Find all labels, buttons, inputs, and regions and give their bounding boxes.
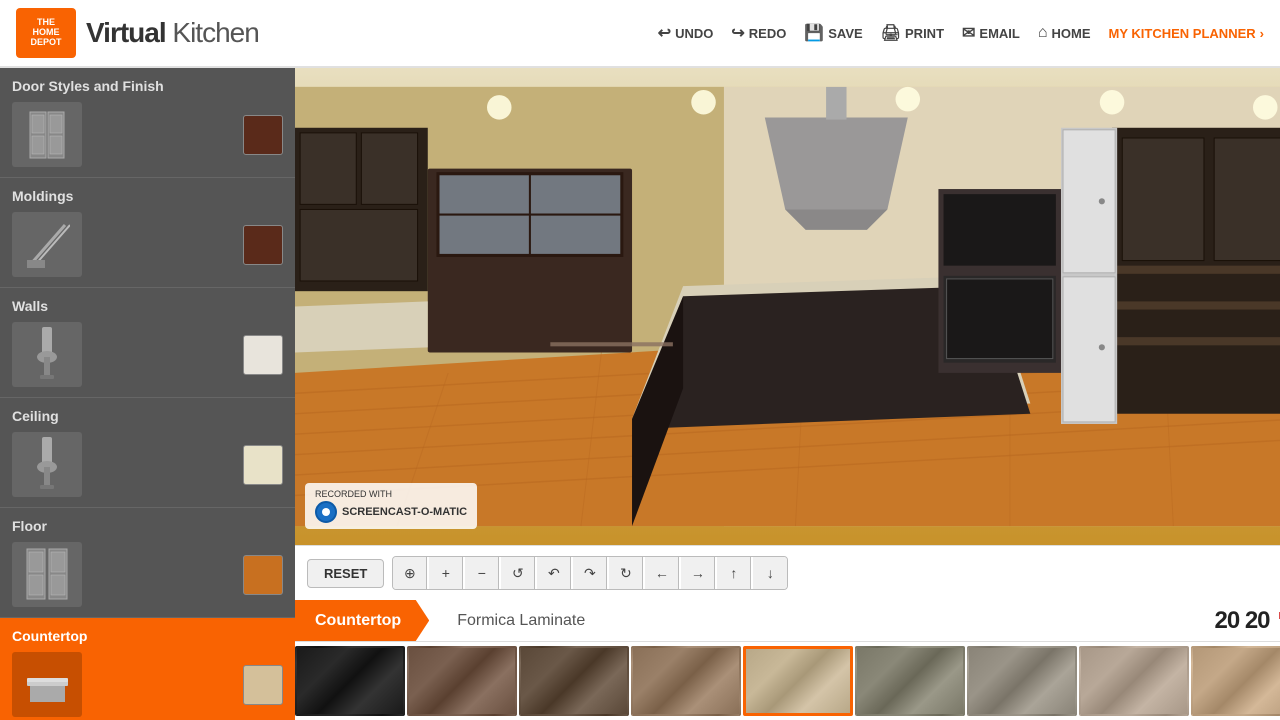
- app-title: Virtual Kitchen: [86, 17, 259, 49]
- my-kitchen-planner-button[interactable]: MY KITCHEN PLANNER ›: [1109, 26, 1264, 41]
- floor-content: [12, 542, 283, 607]
- ceiling-title: Ceiling: [12, 408, 283, 424]
- countertop-tab[interactable]: Countertop: [295, 600, 429, 641]
- pan-left-button[interactable]: ←: [645, 557, 679, 589]
- logo-area: THEHOMEDEPOT Virtual Kitchen: [16, 8, 259, 58]
- app-title-bold: Virtual: [86, 17, 166, 48]
- sidebar-section-door-styles[interactable]: Door Styles and Finish: [0, 68, 295, 178]
- sidebar-section-countertop[interactable]: Countertop: [0, 618, 295, 720]
- app-title-light: Kitchen: [166, 17, 259, 48]
- sidebar-section-walls[interactable]: Walls: [0, 288, 295, 398]
- logo-2020-text: 20 20: [1214, 607, 1269, 634]
- redo-label: REDO: [749, 26, 787, 41]
- door-styles-title: Door Styles and Finish: [12, 78, 283, 94]
- redo-icon: ↪: [731, 23, 744, 43]
- screencast-icon: [315, 501, 337, 523]
- email-button[interactable]: ✉ EMAIL: [962, 23, 1020, 43]
- save-label: SAVE: [828, 26, 862, 41]
- zoom-in-button[interactable]: +: [429, 557, 463, 589]
- email-icon: ✉: [962, 23, 975, 43]
- email-label: EMAIL: [979, 26, 1019, 41]
- view-controls: ⊕ + − ↺ ↶ ↷ ↻ ← → ↑ ↓: [392, 556, 788, 590]
- floor-title: Floor: [12, 518, 283, 534]
- home-label: HOME: [1052, 26, 1091, 41]
- reset-button[interactable]: RESET: [307, 559, 384, 588]
- undo-icon: ↩: [658, 23, 671, 43]
- redo-view-button[interactable]: ↷: [573, 557, 607, 589]
- moldings-content: [12, 212, 283, 277]
- countertop-swatch-4[interactable]: [631, 646, 741, 716]
- sidebar-section-ceiling[interactable]: Ceiling: [0, 398, 295, 508]
- home-button[interactable]: ⌂ HOME: [1038, 24, 1091, 42]
- countertop-sidebar-title: Countertop: [12, 628, 283, 644]
- print-icon: 🖨: [881, 23, 901, 43]
- countertop-area: Countertop Formica Laminate 20 20 I7: [295, 600, 1280, 720]
- watermark-line2: SCREENCAST-O-MATIC: [342, 506, 467, 518]
- countertop-material-label: Formica Laminate: [457, 612, 585, 630]
- door-styles-swatch[interactable]: [243, 115, 283, 155]
- sidebar-section-moldings[interactable]: Moldings: [0, 178, 295, 288]
- door-styles-icon: [12, 102, 82, 167]
- countertop-icon: [12, 652, 82, 717]
- undo-button[interactable]: ↩ UNDO: [658, 23, 714, 43]
- walls-icon: [12, 322, 82, 387]
- moldings-icon: [12, 212, 82, 277]
- countertop-swatch-9[interactable]: [1191, 646, 1280, 716]
- countertop-swatch-6[interactable]: [855, 646, 965, 716]
- countertop-swatch-7[interactable]: [967, 646, 1077, 716]
- ceiling-icon: [12, 432, 82, 497]
- controls-bar: RESET ⊕ + − ↺ ↶ ↷ ↻ ← → ↑ ↓: [295, 545, 1280, 600]
- header: THEHOMEDEPOT Virtual Kitchen ↩ UNDO ↪ RE…: [0, 0, 1280, 68]
- zoom-fit-button[interactable]: ⊕: [393, 557, 427, 589]
- print-label: PRINT: [905, 26, 944, 41]
- walls-content: [12, 322, 283, 387]
- moldings-swatch[interactable]: [243, 225, 283, 265]
- countertop-swatch-8[interactable]: [1079, 646, 1189, 716]
- undo-view-button[interactable]: ↶: [537, 557, 571, 589]
- hd-logo-text: THEHOMEDEPOT: [30, 18, 61, 48]
- logo-2020: 20 20 I7: [1214, 607, 1280, 635]
- screencast-watermark: RECORDED WITH SCREENCAST-O-MATIC: [305, 483, 477, 529]
- countertop-swatches: [295, 642, 1280, 720]
- save-button[interactable]: 💾 SAVE: [804, 23, 862, 43]
- rotate-cw-button[interactable]: ↻: [609, 557, 643, 589]
- countertop-swatch-2[interactable]: [407, 646, 517, 716]
- ceiling-content: [12, 432, 283, 497]
- walls-title: Walls: [12, 298, 283, 314]
- countertop-swatch[interactable]: [243, 665, 283, 705]
- door-styles-content: [12, 102, 283, 167]
- sidebar: Door Styles and Finish Moldings: [0, 68, 295, 720]
- watermark-line1: RECORDED WITH: [315, 489, 467, 499]
- countertop-swatch-1[interactable]: [295, 646, 405, 716]
- home-icon: ⌂: [1038, 24, 1048, 42]
- countertop-swatch-5[interactable]: [743, 646, 853, 716]
- countertop-header: Countertop Formica Laminate 20 20 I7: [295, 600, 1280, 642]
- main-area: Door Styles and Finish Moldings: [0, 68, 1280, 720]
- sidebar-section-floor[interactable]: Floor: [0, 508, 295, 618]
- nav-actions: ↩ UNDO ↪ REDO 💾 SAVE 🖨 PRINT ✉ EMAIL ⌂ H…: [658, 23, 1264, 43]
- rotate-button[interactable]: ↺: [501, 557, 535, 589]
- undo-label: UNDO: [675, 26, 713, 41]
- home-depot-logo: THEHOMEDEPOT: [16, 8, 76, 58]
- my-kitchen-planner-label: MY KITCHEN PLANNER: [1109, 26, 1256, 41]
- kitchen-render: RECORDED WITH SCREENCAST-O-MATIC: [295, 68, 1280, 545]
- countertop-sidebar-content: [12, 652, 283, 717]
- save-icon: 💾: [804, 23, 824, 43]
- pan-up-button[interactable]: ↑: [717, 557, 751, 589]
- render-area: RECORDED WITH SCREENCAST-O-MATIC RESET ⊕…: [295, 68, 1280, 720]
- pan-right-button[interactable]: →: [681, 557, 715, 589]
- moldings-title: Moldings: [12, 188, 283, 204]
- floor-swatch[interactable]: [243, 555, 283, 595]
- redo-button[interactable]: ↪ REDO: [731, 23, 786, 43]
- countertop-swatch-3[interactable]: [519, 646, 629, 716]
- zoom-out-button[interactable]: −: [465, 557, 499, 589]
- walls-swatch[interactable]: [243, 335, 283, 375]
- chevron-right-icon: ›: [1260, 26, 1264, 41]
- print-button[interactable]: 🖨 PRINT: [881, 23, 944, 43]
- floor-icon: [12, 542, 82, 607]
- pan-down-button[interactable]: ↓: [753, 557, 787, 589]
- ceiling-swatch[interactable]: [243, 445, 283, 485]
